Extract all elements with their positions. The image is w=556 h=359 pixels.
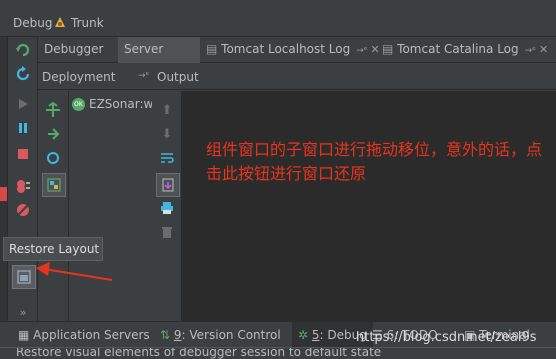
server-subheader: Deployment →ᵉ Output xyxy=(38,64,556,90)
tool-tab-application-servers[interactable]: ▦ Application Servers xyxy=(18,322,150,348)
window-title: Debug xyxy=(13,16,53,30)
print-icon[interactable] xyxy=(156,197,178,219)
scroll-to-end-button[interactable] xyxy=(156,173,180,197)
deployment-item-label: EZSonar:wa xyxy=(89,97,161,111)
soft-wrap-button[interactable] xyxy=(156,147,178,169)
log-icon: ▤ xyxy=(206,42,218,56)
bug-icon: ✲ xyxy=(298,328,309,342)
output-header: Output xyxy=(157,70,199,84)
deployment-header: Deployment xyxy=(42,70,116,84)
edge-marker xyxy=(0,187,7,201)
trash-icon[interactable] xyxy=(156,221,178,243)
close-icon[interactable]: ✕ xyxy=(539,43,548,56)
undeploy-button[interactable] xyxy=(42,123,64,145)
pause-button[interactable] xyxy=(12,117,34,139)
stop-button[interactable] xyxy=(12,143,34,165)
view-breakpoints-button[interactable] xyxy=(12,175,34,197)
left-edge-strip xyxy=(0,37,8,321)
update-application-button[interactable] xyxy=(12,63,34,85)
run-config-name: Trunk xyxy=(71,16,104,30)
deployment-settings-button[interactable] xyxy=(42,173,66,197)
tool-tab-version-control[interactable]: ⇅ 9: Version Control xyxy=(160,322,281,348)
log-icon: ▤ xyxy=(382,42,394,56)
refresh-button[interactable] xyxy=(42,147,64,169)
status-text: Restore visual elements of debugger sess… xyxy=(16,347,382,359)
ok-status-icon: OK xyxy=(72,98,85,111)
debug-tab-bar: Debugger Server ▤ Tomcat Localhost Log →ᵉ… xyxy=(38,37,556,63)
pin-icon[interactable]: →ᵉ xyxy=(356,46,367,56)
tab-server[interactable]: Server xyxy=(118,37,200,63)
pin-icon[interactable]: →ᵉ xyxy=(138,71,149,81)
more-actions-icon[interactable]: » xyxy=(12,301,34,323)
deploy-all-button[interactable] xyxy=(42,99,64,121)
servers-icon: ▦ xyxy=(18,328,30,342)
output-toolbar: ⬆ ⬇ xyxy=(152,91,182,321)
pin-icon[interactable]: →ᵉ xyxy=(525,46,536,56)
rerun-button[interactable] xyxy=(12,39,34,61)
output-console[interactable] xyxy=(182,91,556,321)
tab-tomcat-localhost-log[interactable]: ▤ Tomcat Localhost Log →ᵉ ✕ xyxy=(200,37,386,63)
arrow-up-icon[interactable]: ⬆ xyxy=(156,99,178,121)
tab-debugger[interactable]: Debugger xyxy=(38,37,109,63)
annotation-text: 组件窗口的子窗口进行拖动移位，意外的话，点击此按钮进行窗口还原 xyxy=(206,140,543,183)
vcs-icon: ⇅ xyxy=(160,328,171,342)
tab-tomcat-catalina-log[interactable]: ▤ Tomcat Catalina Log →ᵉ ✕ xyxy=(376,37,554,63)
watermark: https://blog.csdn.net/zeal9s xyxy=(356,330,537,345)
run-config-icon xyxy=(53,15,67,29)
restore-layout-tooltip: Restore Layout xyxy=(3,237,103,261)
mute-breakpoints-button[interactable] xyxy=(12,199,34,221)
arrow-down-icon[interactable]: ⬇ xyxy=(156,123,178,145)
status-bar: Restore visual elements of debugger sess… xyxy=(0,347,556,359)
window-title-bar: Debug Trunk xyxy=(0,0,556,37)
resume-button[interactable] xyxy=(12,93,34,115)
